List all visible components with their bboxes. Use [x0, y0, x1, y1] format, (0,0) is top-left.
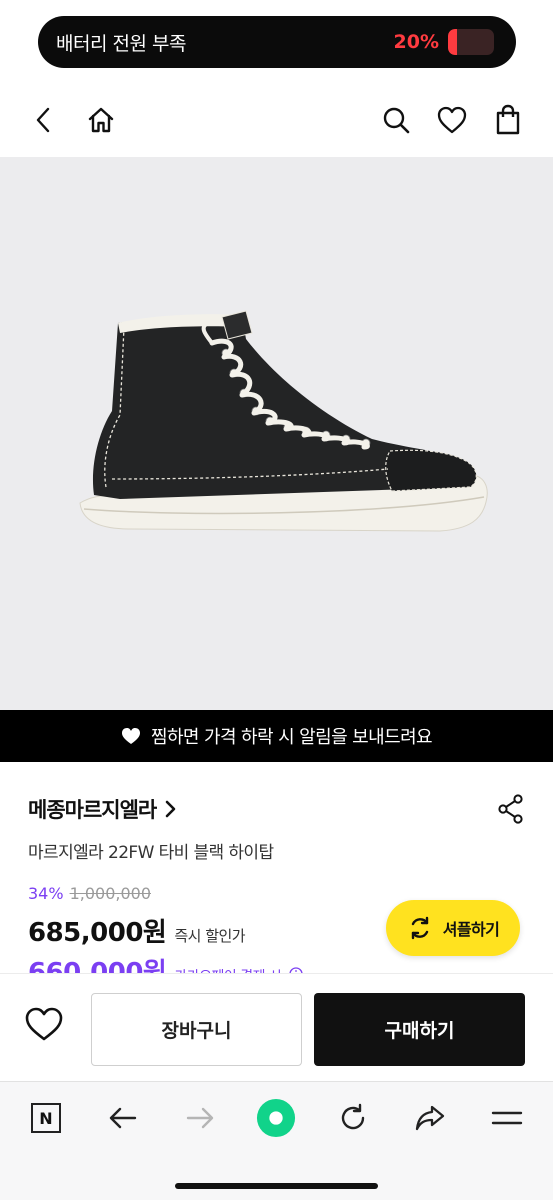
kakaopay-price: 660,000원 — [28, 958, 167, 974]
product-image[interactable] — [0, 157, 553, 710]
shuffle-button[interactable]: 셔플하기 — [386, 900, 520, 956]
refresh-cycle-icon — [411, 916, 428, 940]
refresh-icon[interactable] — [333, 1098, 373, 1138]
browser-toolbar: N — [0, 1081, 553, 1200]
share-arrow-icon[interactable] — [410, 1098, 450, 1138]
battery-indicator: 20% — [394, 29, 494, 55]
chevron-right-icon[interactable] — [164, 800, 176, 818]
discount-rate: 34% — [28, 884, 64, 903]
green-home-icon[interactable] — [256, 1098, 296, 1138]
discount-row: 34% 1,000,000 — [28, 884, 151, 903]
status-bar: 배터리 전원 부족 20% — [38, 16, 516, 68]
heart-icon[interactable] — [434, 102, 470, 138]
battery-percent: 20% — [393, 31, 439, 53]
wish-alert-banner[interactable]: 찜하면 가격 하락 시 알림을 보내드려요 — [0, 710, 553, 762]
sale-price-row: 685,000원 즉시 할인가 — [28, 912, 246, 949]
battery-warning-text: 배터리 전원 부족 — [56, 32, 186, 55]
sale-price-note: 즉시 할인가 — [174, 927, 246, 945]
search-icon[interactable] — [378, 102, 414, 138]
menu-icon[interactable] — [487, 1098, 527, 1138]
home-icon[interactable] — [83, 102, 119, 138]
product-title: 마르지엘라 22FW 타비 블랙 하이탑 — [28, 843, 274, 863]
sale-price: 685,000원 — [28, 918, 167, 948]
purchase-bar: 장바구니 구매하기 — [0, 973, 553, 1081]
original-price: 1,000,000 — [69, 884, 151, 903]
kakaopay-price-row: 660,000원 카카오페이 결제 시 — [28, 952, 303, 974]
sneaker-illustration — [79, 310, 488, 532]
brand-row: 메종마르지엘라 — [28, 792, 525, 826]
shuffle-label: 셔플하기 — [442, 920, 500, 939]
battery-fill — [448, 29, 458, 55]
brand-link[interactable]: 메종마르지엘라 — [28, 794, 157, 824]
heart-icon — [122, 728, 141, 744]
wishlist-heart-icon[interactable] — [24, 1006, 64, 1046]
battery-icon — [448, 29, 494, 55]
forward-arrow-icon[interactable] — [180, 1098, 220, 1138]
naver-n-icon[interactable]: N — [26, 1098, 66, 1138]
back-arrow-icon[interactable] — [103, 1098, 143, 1138]
back-icon[interactable] — [26, 102, 62, 138]
wish-alert-text: 찜하면 가격 하락 시 알림을 보내드려요 — [151, 727, 433, 748]
add-to-cart-button[interactable]: 장바구니 — [91, 993, 302, 1066]
top-navigation — [0, 92, 553, 148]
home-indicator — [175, 1183, 378, 1189]
buy-now-button[interactable]: 구매하기 — [314, 993, 525, 1066]
shopping-bag-icon[interactable] — [490, 102, 526, 138]
naver-n-label: N — [31, 1103, 61, 1133]
share-icon[interactable] — [497, 794, 525, 828]
